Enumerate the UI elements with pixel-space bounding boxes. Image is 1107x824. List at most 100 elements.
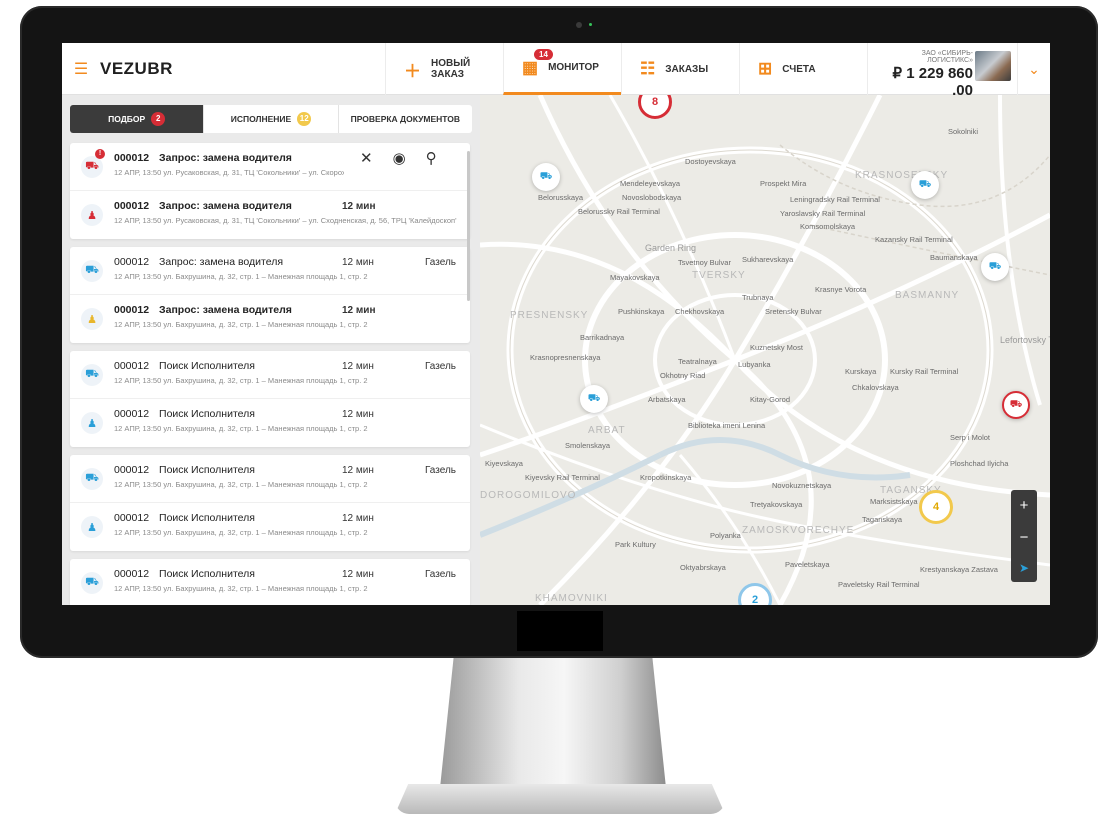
truck-pin-icon[interactable]: ⛟ [1002, 391, 1030, 419]
map-label: Biblioteka imeni Lenina [688, 421, 766, 430]
monitor-count-badge: 14 [534, 49, 553, 60]
order-row[interactable]: ⛟ 000012 Поиск Исполнителя 12 АПР, 13:50 … [70, 351, 470, 399]
map-label: Krestyanskaya Zastava [920, 565, 998, 574]
map-label: Kurskaya [845, 367, 877, 376]
map-cluster[interactable]: 4 [919, 490, 953, 524]
map-label: Baumanskaya [930, 253, 978, 262]
map-label: Kursky Rail Terminal [890, 367, 959, 376]
map-label: Oktyabrskaya [680, 563, 726, 572]
vehicle-type: Газель [424, 257, 456, 268]
order-card[interactable]: ⛟ 000012 Запрос: замена водителя 12 АПР, … [70, 247, 470, 343]
truck-pin-icon[interactable]: ⛟ [981, 253, 1009, 281]
map-label: Komsomolskaya [800, 222, 856, 231]
tab-selection-label: ПОДБОР [108, 114, 146, 124]
order-code: 000012 [114, 464, 150, 476]
map-label: Prospekt Mira [760, 179, 807, 188]
close-icon[interactable]: ✕ [360, 149, 373, 167]
monitor-stand-neck [440, 658, 666, 788]
truck-pin-icon[interactable]: ⛟ [532, 163, 560, 191]
order-row[interactable]: ♟ 000012 Запрос: замена водителя 12 АПР, … [70, 295, 470, 343]
map-label: Smolenskaya [565, 441, 611, 450]
order-row[interactable]: ⛟ ! 000012 Запрос: замена водителя 12 АПР… [70, 143, 470, 191]
order-title: 000012 Запрос: замена водителя [114, 256, 470, 268]
map-label: Mayakovskaya [610, 273, 660, 282]
driver-icon: ♟ [81, 308, 103, 330]
map-label: Paveletsky Rail Terminal [838, 580, 920, 589]
map-label: Novoslobodskaya [622, 193, 682, 202]
tab-selection[interactable]: ПОДБОР 2 [70, 105, 205, 133]
brand-logo: VEZUBR [100, 58, 173, 78]
eye-icon[interactable]: ◉ [393, 149, 406, 167]
map-label: Zamoskvorechye [742, 525, 855, 536]
order-route: 12 АПР, 13:50 ул. Бахрушина, д. 32, стр.… [114, 376, 368, 385]
order-row[interactable]: ♟ 000012 Поиск Исполнителя 12 АПР, 13:50 … [70, 399, 470, 447]
list-scrollbar[interactable] [467, 151, 470, 301]
map-view[interactable]: Presnensky Tversky Basmanny Arbat Khamov… [480, 95, 1050, 605]
map-label: Trubnaya [742, 293, 774, 302]
map-label: Lubyanka [738, 360, 771, 369]
orders-list: ⛟ ! 000012 Запрос: замена водителя 12 АПР… [70, 143, 470, 605]
order-card[interactable]: ⛟ 000012 Поиск Исполнителя 12 АПР, 13:50 … [70, 351, 470, 447]
map-zoom-controls: + − ➤ [1011, 490, 1037, 582]
vehicle-type: Газель [424, 569, 456, 580]
tab-execution[interactable]: ИСПОЛНЕНИЕ 12 [204, 105, 339, 133]
truck-icon: ⛟ [81, 572, 103, 594]
nav-new-order-label: НОВЫЙ ЗАКАЗ [431, 58, 471, 80]
order-card[interactable]: ⛟ 000012 Поиск Исполнителя 12 АПР, 13:50 … [70, 559, 470, 605]
map-label: Arbat [588, 425, 626, 436]
order-code: 000012 [114, 360, 150, 372]
camera-led [589, 23, 592, 26]
order-title: 000012 Поиск Исполнителя [114, 568, 470, 580]
panel-tabs: ПОДБОР 2 ИСПОЛНЕНИЕ 12 ПРОВЕРКА ДОКУМЕНТ… [70, 105, 472, 133]
hamburger-icon[interactable]: ☰ [62, 43, 100, 95]
nav-monitor[interactable]: ▦ 14 МОНИТОР [503, 43, 621, 95]
monitor-chin-box [517, 611, 603, 651]
map-pin-icon[interactable]: ⚲ [426, 149, 437, 167]
camera-icon [576, 22, 582, 28]
order-card[interactable]: ⛟ ! 000012 Запрос: замена водителя 12 АПР… [70, 143, 470, 239]
order-row[interactable]: ♟ 000012 Запрос: замена водителя 12 АПР, … [70, 191, 470, 239]
nav-bills[interactable]: ⊞ СЧЕТА [739, 43, 857, 95]
map-label: Krasnopresnenskaya [530, 353, 601, 362]
order-title: 000012 Поиск Исполнителя [114, 360, 470, 372]
account-block[interactable]: ЗАО «СИБИРЬ-ЛОГИСТИКС» ₽ 1 229 860 .00 [867, 43, 1017, 99]
nav-new-order[interactable]: ＋ НОВЫЙ ЗАКАЗ [385, 43, 503, 95]
locate-icon[interactable]: ➤ [1019, 561, 1029, 575]
order-actions: ✕ ◉ ⚲ [360, 149, 437, 167]
nav-monitor-label: МОНИТОР [548, 62, 599, 73]
account-balance: ₽ 1 229 860 .00 [892, 65, 973, 99]
order-row[interactable]: ⛟ 000012 Поиск Исполнителя 12 АПР, 13:50 … [70, 559, 470, 605]
order-time: 12 мин [342, 513, 374, 524]
top-bar: ☰ VEZUBR ＋ НОВЫЙ ЗАКАЗ ▦ 14 МОНИТОР ☷ ЗА… [62, 43, 1050, 99]
map-label: Khamovniki [535, 593, 608, 604]
order-row[interactable]: ♟ 000012 Поиск Исполнителя 12 АПР, 13:50 … [70, 503, 470, 551]
order-card[interactable]: ⛟ 000012 Поиск Исполнителя 12 АПР, 13:50 … [70, 455, 470, 551]
truck-pin-icon[interactable]: ⛟ [580, 385, 608, 413]
map-label: Garden Ring [645, 243, 697, 253]
order-route: 12 АПР, 13:50 ул. Бахрушина, д. 32, стр.… [114, 272, 368, 281]
order-row[interactable]: ⛟ 000012 Поиск Исполнителя 12 АПР, 13:50 … [70, 455, 470, 503]
order-time: 12 мин [342, 465, 374, 476]
tab-selection-badge: 2 [151, 112, 166, 126]
alert-icon: ! [95, 149, 105, 159]
order-code: 000012 [114, 512, 150, 524]
map-label: Marksistskaya [870, 497, 918, 506]
map-label: Arbatskaya [648, 395, 686, 404]
tab-documents[interactable]: ПРОВЕРКА ДОКУМЕНТОВ [339, 105, 472, 133]
nav-orders[interactable]: ☷ ЗАКАЗЫ [621, 43, 739, 95]
tab-documents-label: ПРОВЕРКА ДОКУМЕНТОВ [350, 114, 461, 124]
zoom-out-button[interactable]: − [1020, 529, 1029, 546]
account-name: ЗАО «СИБИРЬ-ЛОГИСТИКС» [921, 50, 973, 64]
map-label: Kitay-Gorod [750, 395, 791, 404]
order-title: 000012 Запрос: замена водителя [114, 304, 470, 316]
truck-pin-icon[interactable]: ⛟ [911, 171, 939, 199]
order-code: 000012 [114, 152, 150, 164]
order-row[interactable]: ⛟ 000012 Запрос: замена водителя 12 АПР, … [70, 247, 470, 295]
vehicle-type: Газель [424, 465, 456, 476]
map-label: Dostoyevskaya [685, 157, 736, 166]
map-label: Barrikadnaya [580, 333, 625, 342]
zoom-in-button[interactable]: + [1020, 497, 1029, 514]
map-label: Kuznetsky Most [750, 343, 803, 352]
chevron-down-icon[interactable]: ⌄ [1017, 43, 1050, 95]
nav-bills-label: СЧЕТА [782, 63, 816, 75]
